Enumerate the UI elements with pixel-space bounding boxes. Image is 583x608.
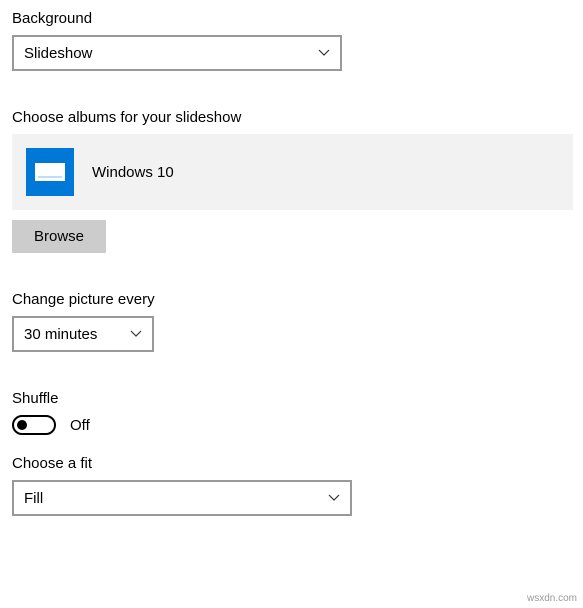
albums-label: Choose albums for your slideshow (12, 109, 573, 126)
album-item[interactable]: Windows 10 (12, 134, 573, 210)
watermark-text: wsxdn.com (527, 593, 577, 604)
background-dropdown-value: Slideshow (24, 45, 92, 62)
drive-icon (26, 148, 74, 196)
fit-label: Choose a fit (12, 455, 573, 472)
shuffle-toggle[interactable] (12, 415, 56, 435)
toggle-knob (17, 420, 27, 430)
background-label: Background (12, 10, 573, 27)
shuffle-label: Shuffle (12, 390, 573, 407)
chevron-down-icon (328, 492, 340, 504)
background-dropdown[interactable]: Slideshow (12, 35, 342, 71)
shuffle-state: Off (70, 417, 90, 434)
chevron-down-icon (318, 47, 330, 59)
chevron-down-icon (130, 328, 142, 340)
change-every-label: Change picture every (12, 291, 573, 308)
change-every-dropdown[interactable]: 30 minutes (12, 316, 154, 352)
fit-value: Fill (24, 490, 43, 507)
fit-dropdown[interactable]: Fill (12, 480, 352, 516)
browse-button[interactable]: Browse (12, 220, 106, 253)
album-name: Windows 10 (92, 164, 174, 181)
change-every-value: 30 minutes (24, 326, 97, 343)
